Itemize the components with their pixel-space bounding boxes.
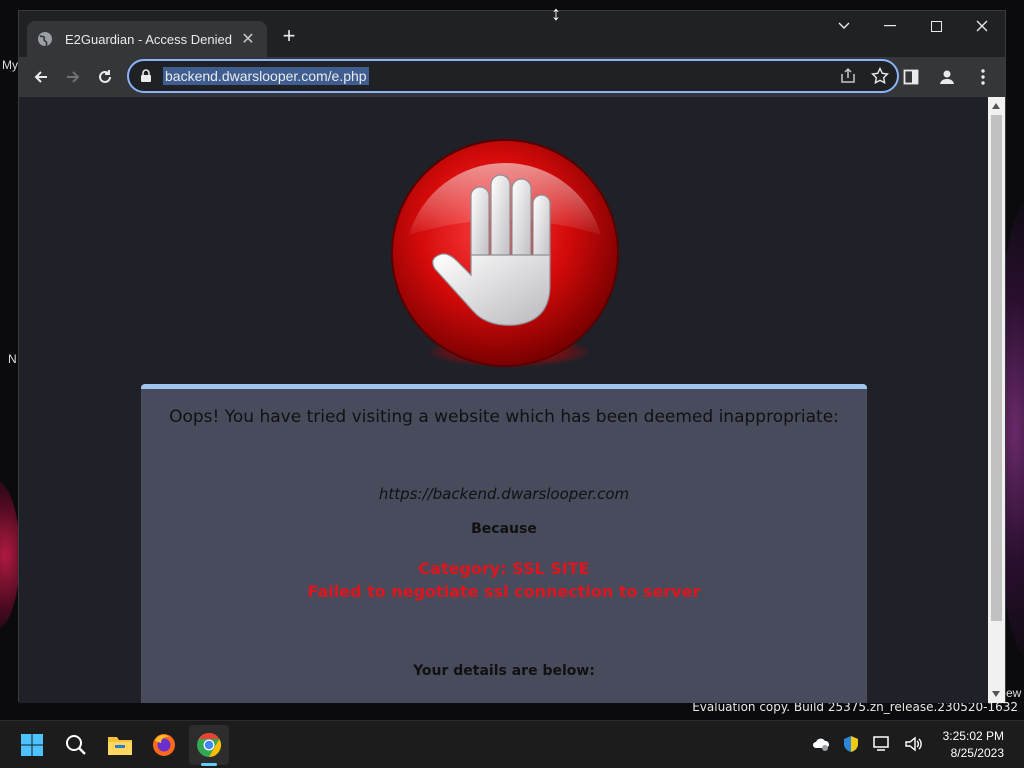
scroll-down-icon[interactable] xyxy=(992,691,1000,697)
tab-strip: E2Guardian - Access Denied ✕ + ↕ xyxy=(19,3,1005,57)
chrome-button[interactable] xyxy=(189,725,229,765)
scroll-up-icon[interactable] xyxy=(992,103,1000,109)
share-icon[interactable] xyxy=(839,67,857,85)
arrow-right-icon xyxy=(67,71,80,83)
file-explorer-button[interactable] xyxy=(100,725,140,765)
start-icon xyxy=(21,734,43,756)
scroll-thumb[interactable] xyxy=(991,115,1002,621)
start-button[interactable] xyxy=(12,725,52,765)
forward-button[interactable] xyxy=(59,63,87,91)
window-controls xyxy=(821,11,1005,43)
resize-cursor-icon: ↕ xyxy=(551,3,561,25)
desktop-icon-label[interactable]: N xyxy=(8,352,17,366)
browser-toolbar: backend.dwarslooper.com/e.php xyxy=(19,57,1005,97)
system-tray xyxy=(812,735,924,753)
volume-icon[interactable] xyxy=(904,735,924,753)
active-app-indicator xyxy=(201,763,217,766)
headline: Oops! You have tried visiting a website … xyxy=(169,407,839,427)
details-heading: Your details are below: xyxy=(413,663,595,679)
taskbar: 3:25:02 PM 8/25/2023 xyxy=(0,720,1024,768)
clock-date: 8/25/2023 xyxy=(950,746,1004,760)
security-shield-icon[interactable] xyxy=(842,735,860,753)
network-icon[interactable] xyxy=(872,735,892,753)
close-icon xyxy=(976,20,988,32)
chevron-down-icon xyxy=(838,22,850,29)
clock-time: 3:25:02 PM xyxy=(942,729,1004,743)
search-button[interactable] xyxy=(56,725,96,765)
browser-window: E2Guardian - Access Denied ✕ + ↕ backend… xyxy=(18,3,1006,703)
firefox-button[interactable] xyxy=(144,725,184,765)
side-panel-button[interactable] xyxy=(897,63,925,91)
search-icon xyxy=(66,735,86,755)
block-reason-category: Category: SSL SITE xyxy=(418,559,590,578)
new-tab-button[interactable]: + xyxy=(277,25,301,49)
desktop-icon-label[interactable]: ew xyxy=(1006,686,1021,700)
profile-icon xyxy=(940,70,954,84)
profile-button[interactable] xyxy=(933,63,961,91)
globe-icon xyxy=(38,32,52,47)
tab-close-icon[interactable]: ✕ xyxy=(239,29,257,49)
star-icon[interactable] xyxy=(871,67,889,85)
close-window-button[interactable] xyxy=(959,11,1005,41)
menu-button[interactable] xyxy=(969,63,997,91)
maximize-button[interactable] xyxy=(913,11,959,41)
chrome-icon xyxy=(197,733,222,757)
onedrive-icon[interactable] xyxy=(812,736,830,752)
block-message-panel: Oops! You have tried visiting a website … xyxy=(141,384,867,703)
stop-hand-icon xyxy=(391,139,619,367)
wallpaper-swirl-left xyxy=(0,480,20,630)
url-text[interactable]: backend.dwarslooper.com/e.php xyxy=(163,67,369,85)
arrow-left-icon xyxy=(34,71,47,83)
minimize-icon xyxy=(884,25,896,27)
taskbar-clock[interactable]: 3:25:02 PM 8/25/2023 xyxy=(943,728,1004,762)
page-viewport: Oops! You have tried visiting a website … xyxy=(19,97,989,703)
reload-icon xyxy=(99,70,111,83)
tab-active[interactable]: E2Guardian - Access Denied ✕ xyxy=(27,21,267,57)
tab-search-button[interactable] xyxy=(821,11,867,41)
address-bar[interactable]: backend.dwarslooper.com/e.php xyxy=(127,59,899,93)
file-explorer-icon xyxy=(108,737,132,755)
minimize-button[interactable] xyxy=(867,11,913,41)
firefox-icon xyxy=(153,734,175,756)
back-button[interactable] xyxy=(27,63,55,91)
blocked-url: https://backend.dwarslooper.com xyxy=(378,485,630,503)
tab-title: E2Guardian - Access Denied xyxy=(65,31,232,47)
block-reason-detail: Failed to negotiate ssl connection to se… xyxy=(307,582,701,601)
reload-button[interactable] xyxy=(91,63,119,91)
kebab-menu-icon xyxy=(981,69,985,85)
vertical-scrollbar[interactable] xyxy=(988,97,1005,703)
desktop-icon-label[interactable]: My xyxy=(2,58,18,72)
lock-icon[interactable] xyxy=(139,69,153,83)
because-label: Because xyxy=(471,521,537,537)
side-panel-icon xyxy=(903,69,919,85)
maximize-icon xyxy=(930,20,942,32)
